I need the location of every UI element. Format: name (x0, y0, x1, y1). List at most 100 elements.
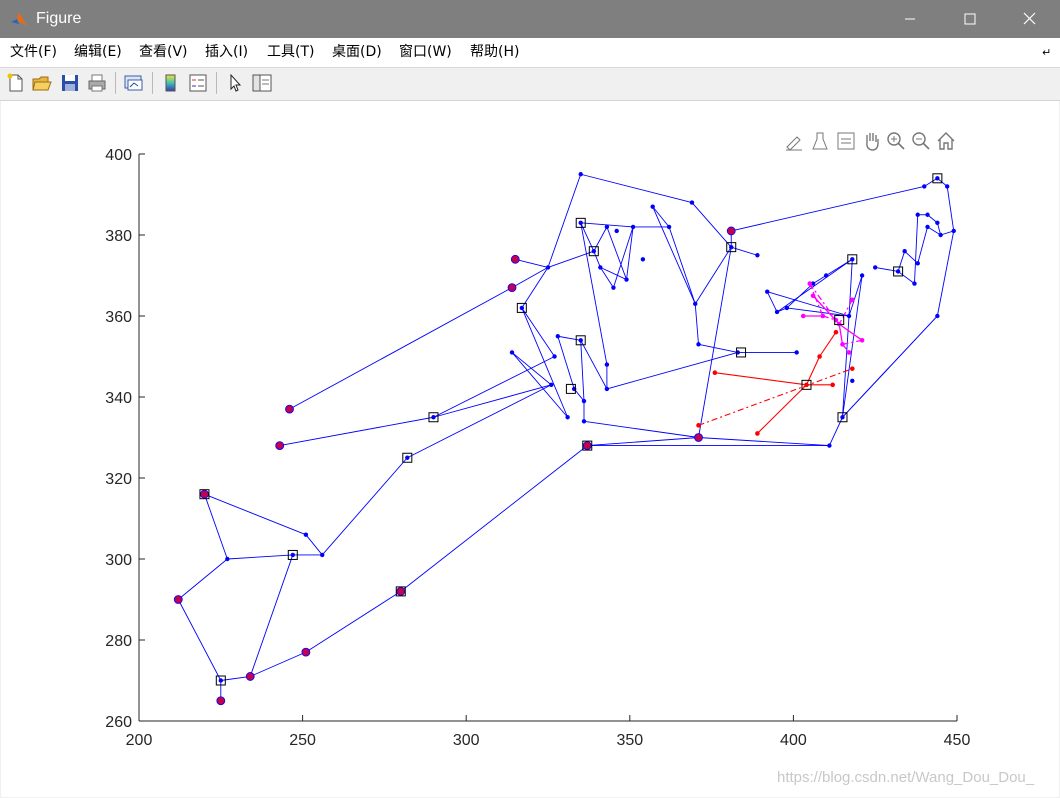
network-edge (786, 307, 850, 317)
network-node (630, 224, 636, 230)
menu-view[interactable]: 查看(V) (139, 44, 188, 60)
pointer-icon[interactable] (224, 72, 246, 94)
magenta-route-node (846, 350, 852, 355)
network-node (696, 342, 701, 347)
magenta-route-edge (838, 323, 863, 341)
network-edge (557, 335, 581, 341)
new-figure-icon[interactable] (5, 72, 27, 94)
red-route-node (817, 354, 822, 359)
network-edge (521, 267, 549, 309)
dock-arrow-icon[interactable]: ↵ (1042, 46, 1051, 59)
print-icon[interactable] (86, 72, 108, 94)
brush-icon[interactable] (783, 129, 805, 153)
network-node (581, 419, 587, 424)
colorbar-icon[interactable] (160, 72, 182, 94)
network-edge (842, 275, 863, 418)
network-node (578, 172, 583, 177)
network-edge (433, 384, 552, 418)
network-node (922, 184, 927, 189)
link-plot-icon[interactable] (123, 72, 145, 94)
network-edge (698, 437, 830, 447)
x-tick-label: 350 (616, 732, 643, 749)
y-tick-label: 360 (105, 309, 132, 326)
network-node (827, 443, 832, 448)
save-icon[interactable] (59, 72, 81, 94)
network-edge (177, 599, 222, 681)
magenta-route-node (800, 313, 806, 319)
network-node (650, 204, 655, 209)
pan-hand-icon[interactable] (861, 129, 883, 153)
network-node (591, 249, 597, 254)
network-edge (511, 352, 552, 386)
network-node (765, 289, 770, 294)
menu-help[interactable]: 帮助(H) (470, 44, 519, 60)
network-edge (917, 226, 928, 264)
maximize-icon[interactable] (946, 0, 994, 38)
network-edge (731, 185, 925, 232)
network-node (581, 398, 587, 404)
property-inspector-icon[interactable] (251, 72, 273, 94)
network-edge (936, 230, 955, 317)
menu-edit[interactable]: 编辑(E) (74, 44, 122, 60)
network-node (850, 257, 855, 262)
network-edge (668, 226, 696, 304)
network-edge (515, 258, 549, 268)
magenta-route-node (859, 338, 865, 343)
red-route-node (696, 423, 701, 428)
close-icon[interactable] (1006, 0, 1054, 38)
menu-file[interactable]: 文件(F) (10, 44, 57, 60)
network-edge (580, 340, 585, 402)
network-edge (694, 303, 699, 345)
open-file-icon[interactable] (31, 72, 53, 94)
network-edge (766, 291, 778, 313)
zoom-in-icon[interactable] (885, 129, 907, 153)
network-edge (400, 445, 588, 592)
data-tips-icon[interactable] (809, 129, 831, 153)
network-node (859, 273, 865, 278)
menu-bar: 文件(F) 编辑(E) 查看(V) 插入(I) 工具(T) 桌面(D) 窗口(W… (0, 38, 1060, 68)
network-node (303, 532, 309, 537)
network-node (912, 281, 917, 286)
zoom-out-icon[interactable] (910, 129, 932, 153)
home-icon[interactable] (935, 129, 957, 153)
menu-window[interactable]: 窗口(W) (399, 44, 452, 60)
network-edge (593, 226, 608, 252)
network-edge (250, 651, 307, 677)
legend-icon[interactable] (187, 72, 209, 94)
network-edge (842, 315, 850, 418)
red-route-node (755, 431, 760, 436)
network-node (225, 556, 230, 562)
network-node (320, 552, 325, 558)
network-edge (698, 247, 732, 438)
magenta-route-node (840, 342, 845, 347)
circle-marker (285, 404, 294, 414)
network-node (915, 261, 920, 266)
network-node (935, 313, 940, 319)
network-edge (897, 251, 906, 272)
network-edge (698, 343, 738, 353)
network-node (840, 415, 845, 420)
network-node (873, 265, 878, 270)
network-edge (652, 206, 670, 228)
network-node (935, 176, 940, 181)
menu-tools[interactable]: 工具(T) (267, 44, 314, 60)
network-plot[interactable]: 200 250 300 350 400 450 260 280 300 320 340 360 380 4… (1, 101, 1059, 797)
network-edge (177, 558, 228, 600)
network-node (624, 277, 629, 282)
network-edge (897, 271, 915, 284)
data-cursor-icon[interactable] (835, 129, 857, 153)
network-edge (606, 352, 738, 390)
minimize-icon[interactable] (886, 0, 934, 38)
circle-marker (173, 595, 183, 604)
network-edge (694, 246, 732, 305)
magenta-route-node (820, 313, 826, 319)
red-dashdot-edge (698, 368, 853, 426)
network-edge (557, 336, 575, 390)
network-edge (289, 287, 513, 410)
network-node (823, 273, 829, 278)
network-edge (547, 250, 594, 268)
network-node (604, 362, 610, 367)
network-edge (691, 202, 732, 248)
menu-desktop[interactable]: 桌面(D) (332, 44, 382, 60)
menu-insert[interactable]: 插入(I) (205, 44, 248, 60)
